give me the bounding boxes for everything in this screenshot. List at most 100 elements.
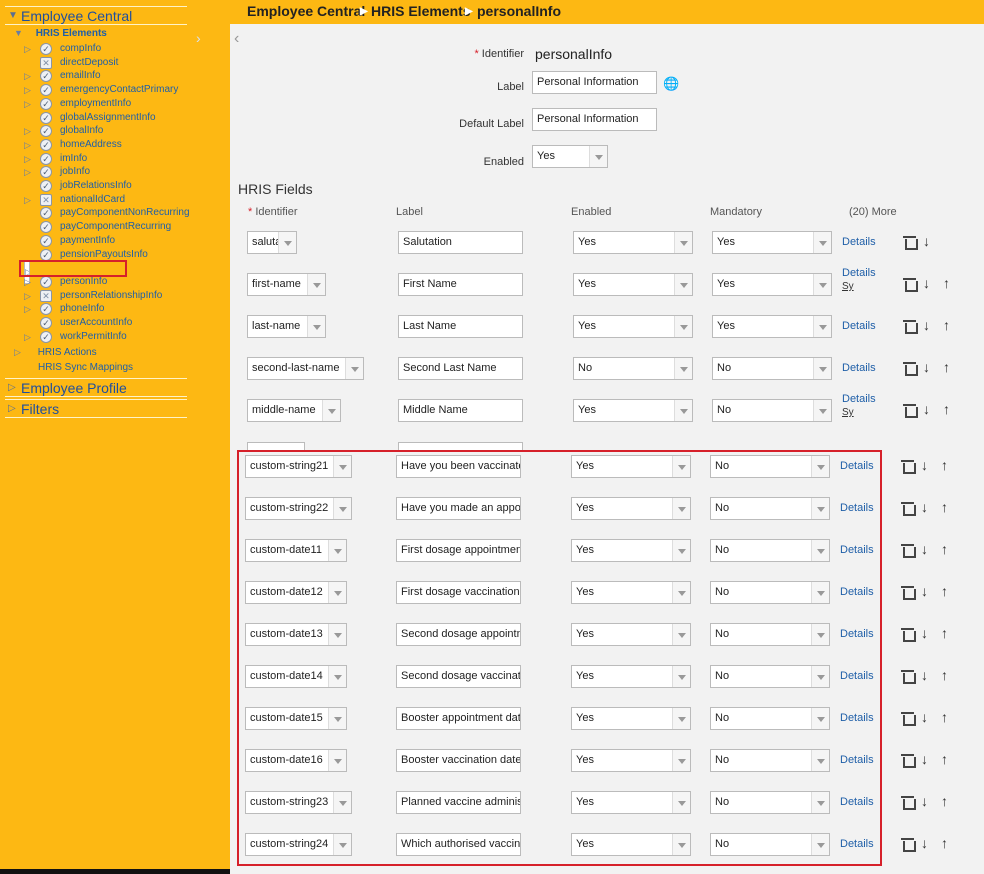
trash-icon[interactable] bbox=[903, 320, 918, 334]
mandatory-select[interactable]: No bbox=[710, 833, 830, 856]
arrow-up-icon[interactable]: ↑ bbox=[941, 709, 948, 725]
arrow-down-icon[interactable]: ↓ bbox=[921, 499, 928, 515]
field-label-input[interactable]: First dosage appointment bbox=[396, 539, 521, 562]
breadcrumb-item[interactable]: Employee Central bbox=[247, 3, 365, 19]
details-link[interactable]: Details bbox=[842, 362, 876, 374]
arrow-up-icon[interactable]: ↑ bbox=[941, 667, 948, 683]
field-label-input[interactable]: Booster appointment date bbox=[396, 707, 521, 730]
details-link[interactable]: Details bbox=[840, 796, 874, 808]
default-label-input[interactable]: Personal Information bbox=[532, 108, 657, 131]
identifier-select[interactable]: middle-name bbox=[247, 399, 341, 422]
trash-icon[interactable] bbox=[901, 712, 916, 726]
arrow-down-icon[interactable]: ↓ bbox=[921, 625, 928, 641]
mandatory-select[interactable]: No bbox=[710, 539, 830, 562]
field-label-input[interactable]: Booster vaccination date bbox=[396, 749, 521, 772]
sync-link[interactable]: Sy bbox=[842, 281, 854, 292]
field-label-input[interactable]: First Name bbox=[398, 273, 523, 296]
trash-icon[interactable] bbox=[903, 278, 918, 292]
arrow-down-icon[interactable]: ↓ bbox=[923, 233, 930, 249]
enabled-select[interactable]: Yes bbox=[571, 833, 691, 856]
expand-triangle-icon[interactable]: ▷ bbox=[24, 138, 34, 152]
enabled-select[interactable]: Yes bbox=[573, 273, 693, 296]
mandatory-select[interactable]: No bbox=[710, 497, 830, 520]
mandatory-select[interactable]: No bbox=[710, 791, 830, 814]
identifier-select[interactable]: last-name bbox=[247, 315, 326, 338]
identifier-select[interactable]: custom-date12 bbox=[245, 581, 347, 604]
enabled-select[interactable]: Yes bbox=[571, 539, 691, 562]
enabled-select[interactable]: Yes bbox=[571, 749, 691, 772]
mandatory-select[interactable]: No bbox=[710, 455, 830, 478]
trash-icon[interactable] bbox=[901, 586, 916, 600]
enabled-select[interactable]: Yes bbox=[571, 665, 691, 688]
tree-hris-elements[interactable]: ▼ HRIS Elements bbox=[14, 28, 107, 39]
section-employee-profile[interactable]: ▷ Employee Profile bbox=[5, 378, 187, 397]
sync-link[interactable]: Sy bbox=[842, 407, 854, 418]
enabled-select[interactable]: Yes bbox=[571, 497, 691, 520]
mandatory-select[interactable]: No bbox=[710, 581, 830, 604]
arrow-up-icon[interactable]: ↑ bbox=[941, 583, 948, 599]
field-label-input[interactable]: Planned vaccine administ bbox=[396, 791, 521, 814]
trash-icon[interactable] bbox=[901, 544, 916, 558]
arrow-up-icon[interactable]: ↑ bbox=[941, 457, 948, 473]
arrow-down-icon[interactable]: ↓ bbox=[923, 317, 930, 333]
mandatory-select[interactable]: No bbox=[710, 665, 830, 688]
arrow-up-icon[interactable]: ↑ bbox=[943, 275, 950, 291]
mandatory-select[interactable]: No bbox=[710, 623, 830, 646]
identifier-select[interactable]: first-name bbox=[247, 273, 326, 296]
identifier-select[interactable]: second-last-name bbox=[247, 357, 364, 380]
arrow-up-icon[interactable]: ↑ bbox=[941, 793, 948, 809]
details-link[interactable]: Details bbox=[840, 460, 874, 472]
details-link[interactable]: Details bbox=[842, 236, 876, 248]
breadcrumb-item[interactable]: HRIS Elements bbox=[371, 3, 471, 19]
details-link[interactable]: Details Sy bbox=[842, 393, 876, 418]
trash-icon[interactable] bbox=[901, 838, 916, 852]
mandatory-select[interactable]: No bbox=[710, 749, 830, 772]
enabled-select[interactable]: Yes bbox=[573, 399, 693, 422]
enabled-select[interactable]: Yes bbox=[571, 791, 691, 814]
expand-triangle-icon[interactable]: ▷ bbox=[24, 152, 34, 166]
label-input[interactable]: Personal Information bbox=[532, 71, 657, 94]
arrow-down-icon[interactable]: ↓ bbox=[921, 583, 928, 599]
identifier-select[interactable]: custom-date16 bbox=[245, 749, 347, 772]
arrow-up-icon[interactable]: ↑ bbox=[941, 835, 948, 851]
identifier-select[interactable]: custom-date14 bbox=[245, 665, 347, 688]
arrow-up-icon[interactable]: ↑ bbox=[943, 317, 950, 333]
mandatory-select[interactable]: No bbox=[710, 707, 830, 730]
trash-icon[interactable] bbox=[903, 404, 918, 418]
details-link[interactable]: Details bbox=[840, 838, 874, 850]
field-label-input[interactable]: Middle Name bbox=[398, 399, 523, 422]
arrow-down-icon[interactable]: ↓ bbox=[921, 709, 928, 725]
expand-triangle-icon[interactable]: ▷ bbox=[24, 124, 34, 138]
details-link[interactable]: Details bbox=[840, 586, 874, 598]
enabled-select[interactable]: Yes bbox=[571, 581, 691, 604]
expand-triangle-icon[interactable]: ▷ bbox=[24, 330, 34, 344]
mandatory-select[interactable]: Yes bbox=[712, 231, 832, 254]
field-label-input[interactable]: Second Last Name bbox=[398, 357, 523, 380]
tree-hris-sync-mappings[interactable]: HRIS Sync Mappings bbox=[38, 362, 133, 373]
expand-triangle-icon[interactable]: ▷ bbox=[24, 302, 34, 316]
tree-hris-actions[interactable]: ▷ HRIS Actions bbox=[14, 347, 97, 358]
arrow-down-icon[interactable]: ↓ bbox=[921, 835, 928, 851]
expand-triangle-icon[interactable]: ▷ bbox=[24, 165, 34, 179]
field-label-input[interactable]: Have you been vaccinate bbox=[396, 455, 521, 478]
mandatory-select[interactable]: No bbox=[712, 399, 832, 422]
arrow-down-icon[interactable]: ↓ bbox=[923, 275, 930, 291]
arrow-up-icon[interactable]: ↑ bbox=[943, 401, 950, 417]
trash-icon[interactable] bbox=[901, 502, 916, 516]
expand-triangle-icon[interactable]: ▷ bbox=[24, 69, 34, 83]
field-label-input[interactable]: Second dosage vaccinatio bbox=[396, 665, 521, 688]
details-link[interactable]: Details bbox=[840, 670, 874, 682]
trash-icon[interactable] bbox=[903, 362, 918, 376]
details-link[interactable]: Details bbox=[840, 544, 874, 556]
arrow-up-icon[interactable]: ↑ bbox=[941, 751, 948, 767]
field-label-input[interactable]: Which authorised vaccine bbox=[396, 833, 521, 856]
globe-icon[interactable]: 🌐 bbox=[663, 76, 679, 92]
trash-icon[interactable] bbox=[901, 628, 916, 642]
identifier-select[interactable]: custom-string23 bbox=[245, 791, 352, 814]
arrow-down-icon[interactable]: ↓ bbox=[921, 457, 928, 473]
arrow-down-icon[interactable]: ↓ bbox=[923, 401, 930, 417]
enabled-select[interactable]: Yes bbox=[571, 623, 691, 646]
arrow-down-icon[interactable]: ↓ bbox=[921, 667, 928, 683]
mandatory-select[interactable]: No bbox=[712, 357, 832, 380]
mandatory-select[interactable]: Yes bbox=[712, 315, 832, 338]
